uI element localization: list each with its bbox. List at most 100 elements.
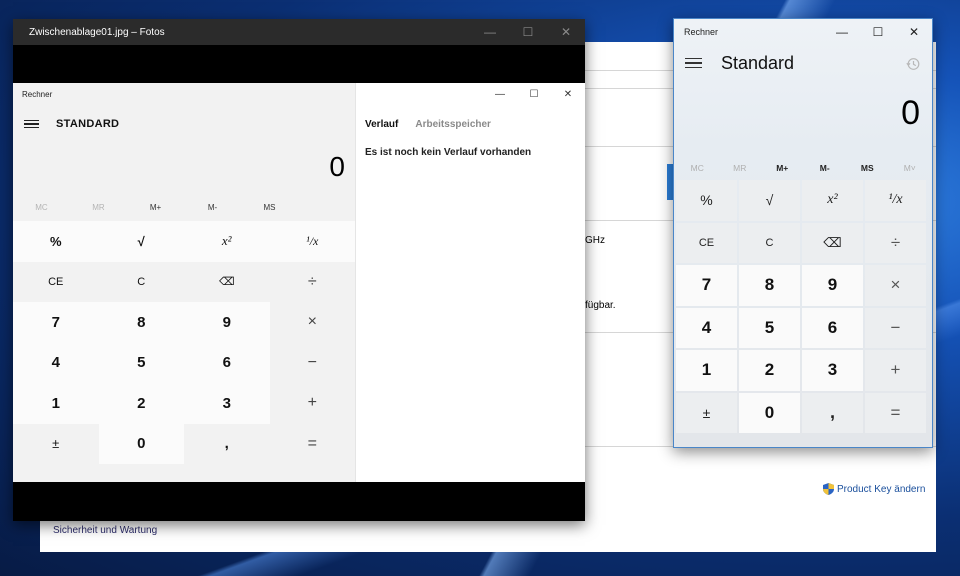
menu-icon[interactable]: [685, 57, 702, 69]
security-maintenance-label[interactable]: Sicherheit und Wartung: [53, 525, 157, 536]
inner-mode-label: STANDARD: [56, 118, 120, 130]
two-button[interactable]: 2: [739, 350, 800, 391]
mode-label: Standard: [721, 52, 795, 73]
mc-label: MC: [35, 202, 48, 212]
maximize-button[interactable]: ☐: [860, 19, 896, 45]
inner-calculator: Rechner STANDARD 0 MC MR M+ M- MS % √ x²…: [13, 83, 355, 482]
two-key: 2: [98, 383, 184, 424]
square-key: x²: [184, 221, 270, 262]
minimize-icon: —: [495, 88, 505, 100]
inner-window-controls: — ☐ ✕: [356, 83, 585, 105]
history-icon[interactable]: [906, 57, 920, 71]
plus-button[interactable]: +: [865, 350, 926, 391]
six-button[interactable]: 6: [802, 307, 863, 348]
six-key: 6: [184, 342, 270, 383]
memory-list-button[interactable]: M˅: [889, 163, 932, 173]
tab-memory: Arbeitsspeicher: [415, 118, 491, 130]
c-key: C: [98, 261, 184, 302]
multiply-button[interactable]: ×: [865, 265, 926, 306]
maximize-icon: ☐: [529, 88, 539, 100]
inner-calc-title: Rechner: [22, 89, 53, 99]
product-key-label[interactable]: Product Key ändern: [837, 484, 925, 495]
one-button[interactable]: 1: [676, 350, 737, 391]
mr-button[interactable]: MR: [719, 163, 762, 173]
zero-key: 0: [98, 423, 184, 464]
close-button[interactable]: ✕: [896, 19, 932, 45]
inner-display: 0: [329, 151, 345, 182]
ce-button[interactable]: CE: [676, 222, 737, 263]
minimize-button[interactable]: —: [824, 19, 860, 45]
inner-memory-row: MC MR M+ M- MS: [13, 197, 355, 217]
nine-key: 9: [184, 302, 270, 343]
divide-key: ÷: [269, 261, 355, 302]
minus-button[interactable]: −: [865, 307, 926, 348]
five-key: 5: [98, 342, 184, 383]
history-empty-message: Es ist noch kein Verlauf vorhanden: [365, 147, 532, 158]
photos-window: Zwischenablage01.jpg – Fotos — ☐ ✕ Rechn…: [13, 19, 585, 521]
equals-key: =: [269, 423, 355, 464]
close-icon: ✕: [563, 88, 573, 100]
result-display: 0: [901, 94, 920, 132]
calculator-window: Rechner — ☐ ✕ Standard 0 MC MR M+ M- MS …: [673, 18, 933, 448]
calculator-keypad: % √ x² ¹/x CE C ⌫ ÷ 7 8 9 × 4 5 6 − 1 2 …: [674, 180, 932, 433]
m-plus-button[interactable]: M+: [761, 163, 804, 173]
divide-button[interactable]: ÷: [865, 222, 926, 263]
inner-calc-header: STANDARD: [13, 105, 355, 143]
four-button[interactable]: 4: [676, 307, 737, 348]
ms-label: MS: [263, 202, 276, 212]
minimize-button[interactable]: —: [471, 19, 509, 45]
negate-key: ±: [13, 423, 99, 464]
menu-icon: [24, 120, 39, 128]
security-maintenance-link[interactable]: Sicherheit und Wartung: [53, 525, 157, 536]
decimal-button[interactable]: ,: [802, 392, 863, 433]
photos-title: Zwischenablage01.jpg – Fotos: [29, 26, 165, 38]
eight-key: 8: [98, 302, 184, 343]
backspace-icon: ⌫: [184, 261, 270, 302]
mc-button[interactable]: MC: [676, 163, 719, 173]
percent-key: %: [13, 221, 99, 262]
nine-button[interactable]: 9: [802, 265, 863, 306]
minus-key: −: [269, 342, 355, 383]
ce-key: CE: [13, 261, 99, 302]
backspace-icon[interactable]: ⌫: [802, 222, 863, 263]
reciprocal-button[interactable]: ¹/x: [865, 180, 926, 221]
sqrt-key: √: [98, 221, 184, 262]
decimal-key: ,: [184, 423, 270, 464]
percent-button[interactable]: %: [676, 180, 737, 221]
maximize-button[interactable]: ☐: [509, 19, 547, 45]
close-button[interactable]: ✕: [547, 19, 585, 45]
tab-history: Verlauf: [365, 118, 399, 130]
multiply-key: ×: [269, 302, 355, 343]
mr-label: MR: [92, 202, 105, 212]
memory-row: MC MR M+ M- MS M˅: [674, 157, 932, 179]
one-key: 1: [13, 383, 99, 424]
ms-button[interactable]: MS: [846, 163, 889, 173]
c-button[interactable]: C: [739, 222, 800, 263]
shield-icon: [823, 483, 834, 495]
square-button[interactable]: x²: [802, 180, 863, 221]
calculator-header: Standard: [674, 45, 932, 81]
three-button[interactable]: 3: [802, 350, 863, 391]
reciprocal-key: ¹/x: [269, 221, 355, 262]
inner-keypad: % √ x² ¹/x CE C ⌫ ÷ 7 8 9 × 4 5 6 − 1 2 …: [13, 221, 355, 464]
seven-button[interactable]: 7: [676, 265, 737, 306]
product-key-link[interactable]: Product Key ändern: [823, 483, 925, 495]
pen-touch-text: fügbar.: [585, 300, 616, 311]
calculator-title: Rechner: [684, 27, 719, 37]
photos-titlebar[interactable]: Zwischenablage01.jpg – Fotos — ☐ ✕: [13, 19, 585, 45]
m-minus-button[interactable]: M-: [804, 163, 847, 173]
negate-button[interactable]: ±: [676, 392, 737, 433]
calculator-titlebar[interactable]: Rechner — ☐ ✕: [674, 19, 932, 45]
m-minus-label: M-: [207, 202, 218, 212]
eight-button[interactable]: 8: [739, 265, 800, 306]
equals-button[interactable]: =: [865, 392, 926, 433]
three-key: 3: [184, 383, 270, 424]
inner-history-panel: — ☐ ✕ Verlauf Arbeitsspeicher Es ist noc…: [355, 83, 585, 482]
zero-button[interactable]: 0: [739, 392, 800, 433]
plus-key: +: [269, 383, 355, 424]
five-button[interactable]: 5: [739, 307, 800, 348]
photo-image-calculator: Rechner STANDARD 0 MC MR M+ M- MS % √ x²…: [13, 83, 585, 482]
history-tabs: Verlauf Arbeitsspeicher: [356, 105, 585, 143]
processor-text: GHz: [585, 235, 605, 246]
sqrt-button[interactable]: √: [739, 180, 800, 221]
